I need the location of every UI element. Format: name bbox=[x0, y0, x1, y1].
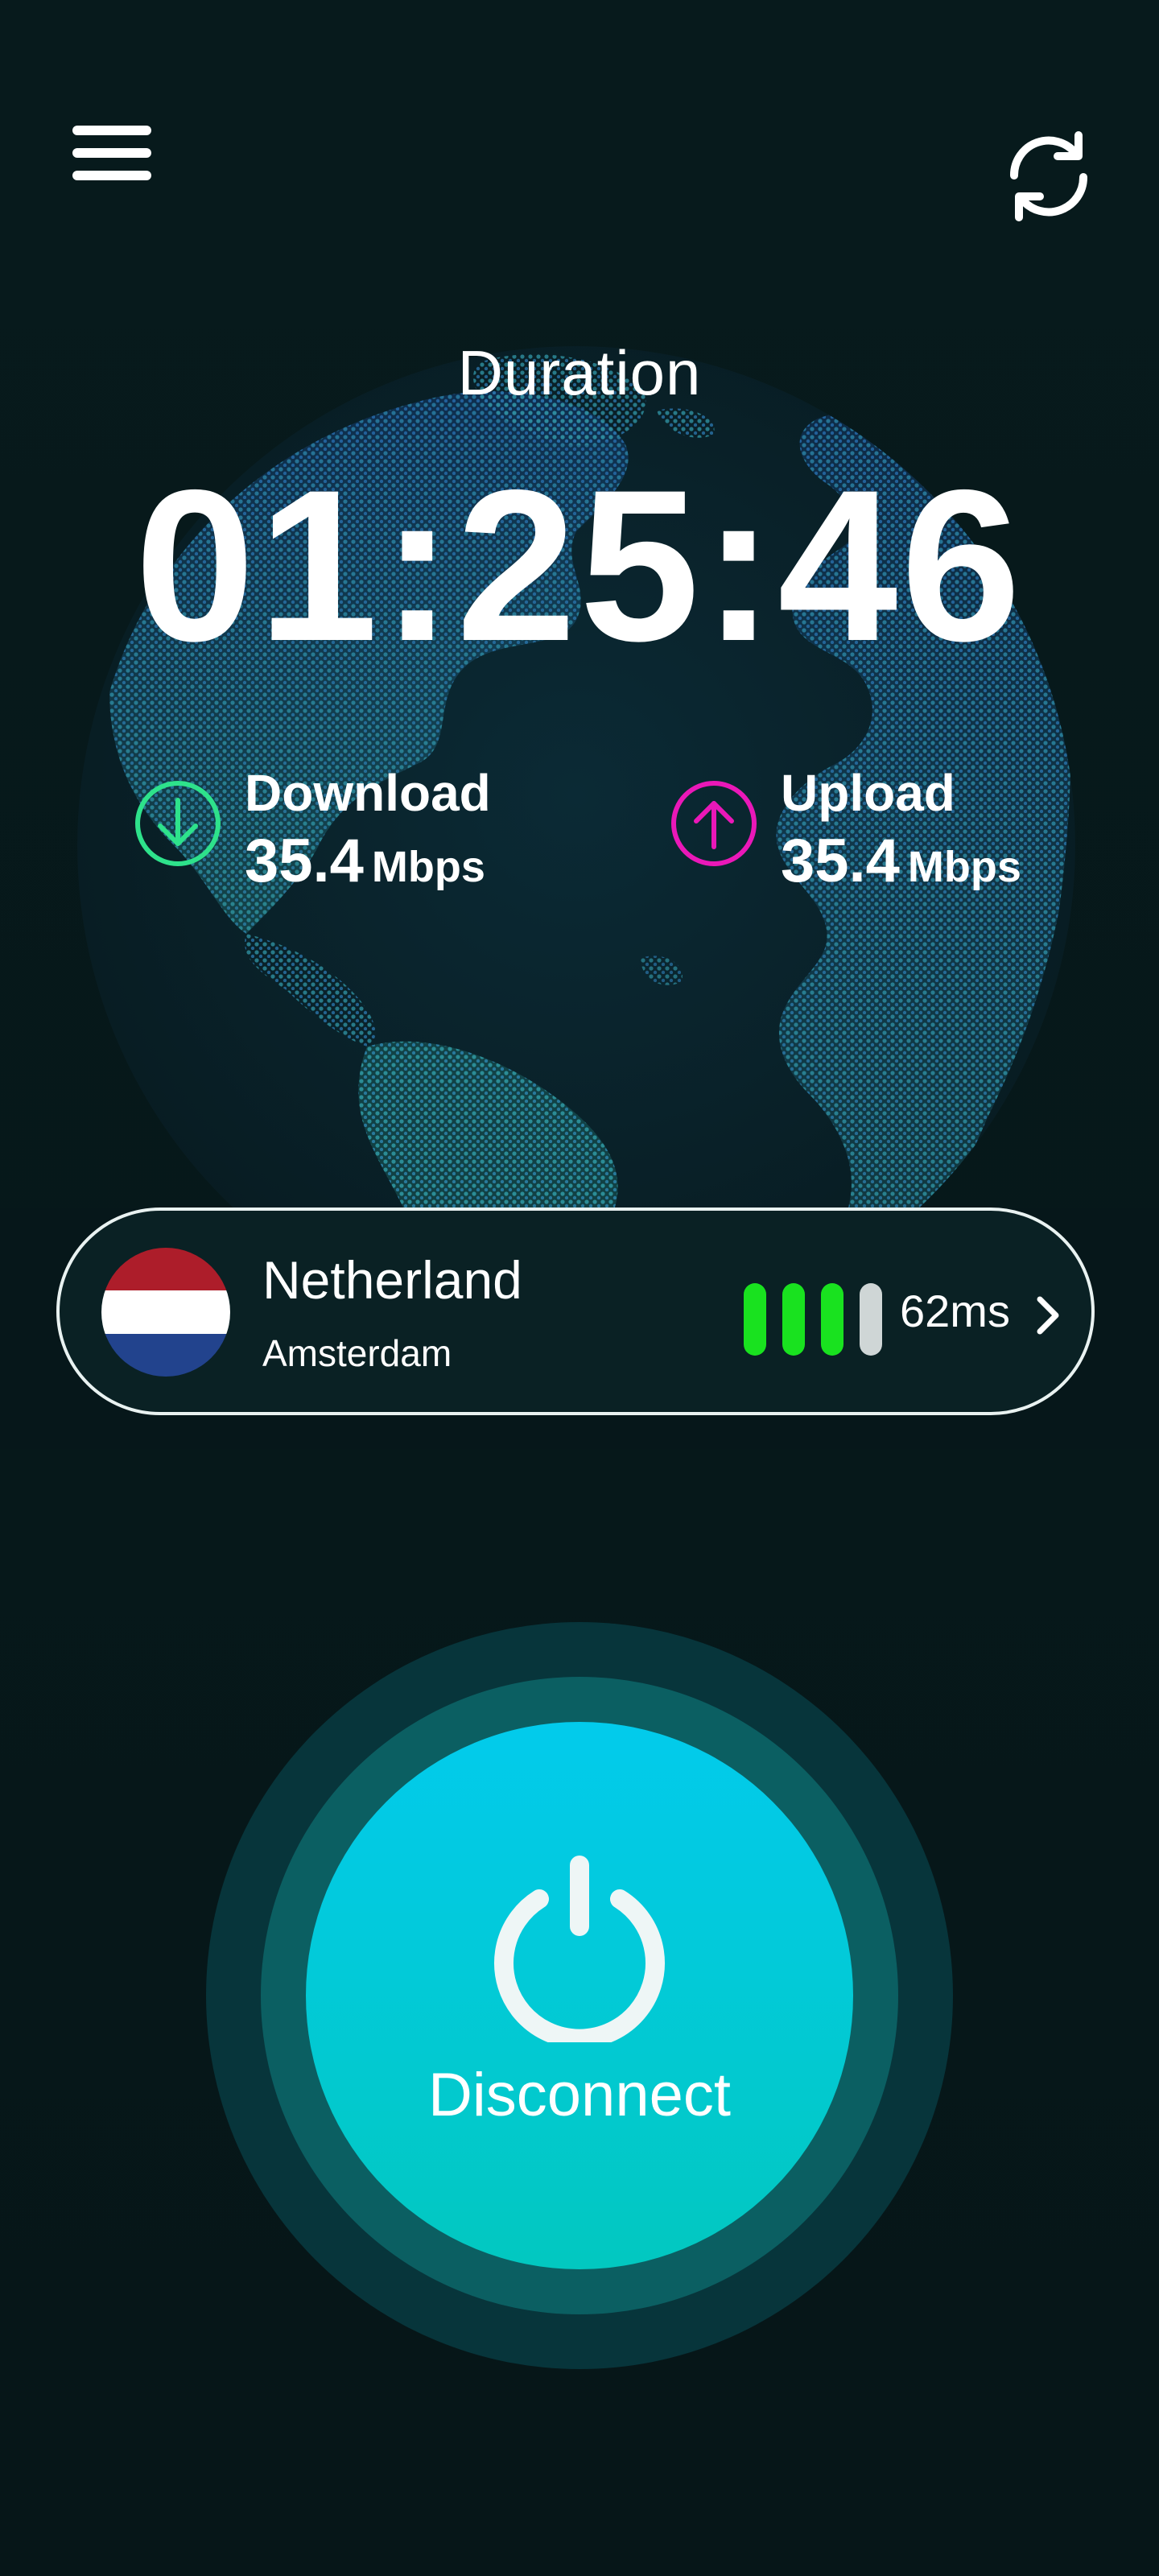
duration-label: Duration bbox=[457, 337, 702, 408]
signal-bar bbox=[860, 1283, 882, 1356]
menu-line bbox=[72, 126, 151, 135]
server-country: Netherland bbox=[262, 1250, 522, 1310]
download-value: 35.4 Mbps bbox=[245, 826, 485, 896]
upload-title: Upload bbox=[781, 764, 955, 822]
download-speed: 35.4 bbox=[245, 827, 364, 895]
upload-value: 35.4 Mbps bbox=[781, 826, 1021, 896]
signal-bar bbox=[821, 1283, 843, 1356]
netherlands-flag-icon bbox=[101, 1248, 230, 1377]
download-stat: Download 35.4 Mbps bbox=[134, 763, 584, 900]
signal-bar bbox=[782, 1283, 805, 1356]
refresh-icon[interactable] bbox=[1001, 129, 1096, 224]
upload-unit: Mbps bbox=[907, 843, 1021, 891]
download-title: Download bbox=[245, 764, 491, 822]
server-city: Amsterdam bbox=[262, 1332, 452, 1374]
chevron-right-icon bbox=[1033, 1293, 1062, 1338]
signal-bar bbox=[744, 1283, 766, 1356]
hamburger-menu-icon[interactable] bbox=[68, 121, 156, 185]
download-unit: Mbps bbox=[371, 843, 485, 891]
disconnect-label: Disconnect bbox=[428, 2061, 731, 2129]
arrow-down-circle-icon bbox=[134, 779, 222, 868]
menu-line bbox=[72, 171, 151, 180]
upload-stat: Upload 35.4 Mbps bbox=[670, 763, 1088, 900]
disconnect-button[interactable]: Disconnect bbox=[306, 1722, 853, 2269]
duration-timer: 01:25:46 bbox=[134, 444, 1025, 686]
upload-speed: 35.4 bbox=[781, 827, 900, 895]
power-icon bbox=[486, 1856, 673, 2049]
vpn-screen: Duration 01:25:46 Download 35.4 Mbps Upl… bbox=[0, 0, 1159, 2576]
server-ping: 62ms bbox=[900, 1286, 1010, 1336]
arrow-up-circle-icon bbox=[670, 779, 758, 868]
signal-strength-icon bbox=[744, 1283, 882, 1356]
menu-line bbox=[72, 148, 151, 158]
server-selector[interactable]: Netherland Amsterdam 62ms bbox=[56, 1208, 1095, 1415]
